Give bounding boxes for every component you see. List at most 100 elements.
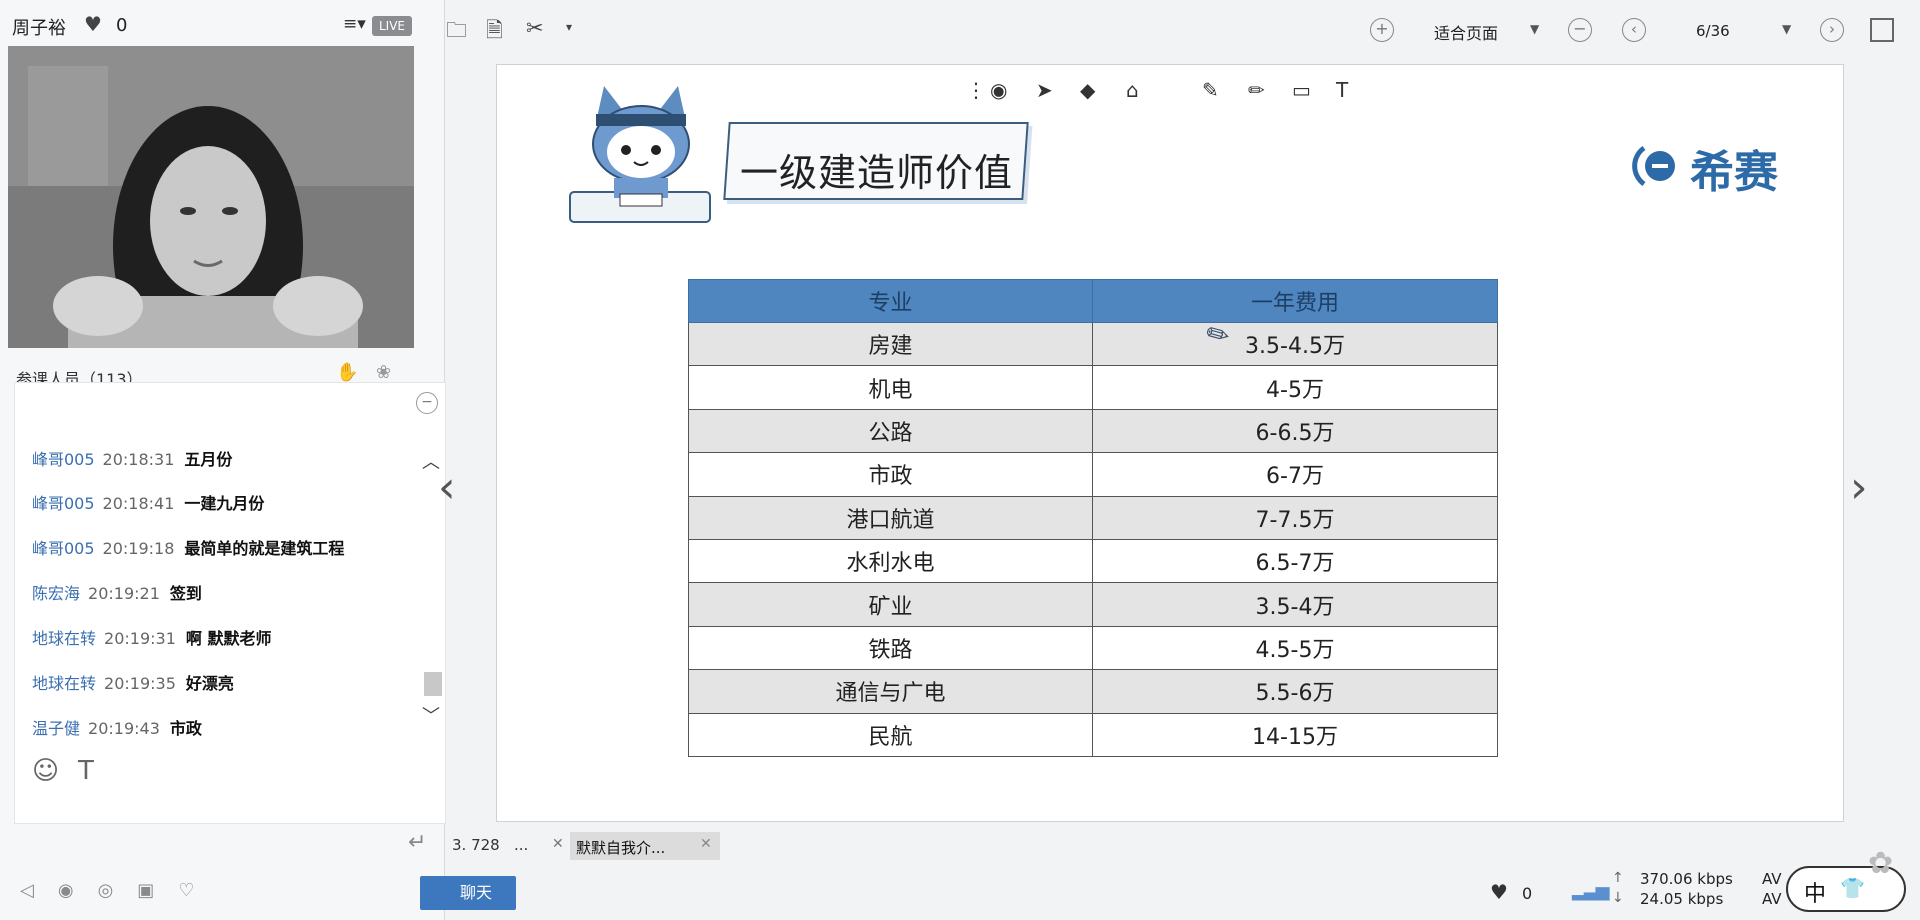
chat-text: 五月份 [184,450,233,469]
chat-message: 峰哥005 20:18:31 五月份 [32,446,232,470]
eraser-icon[interactable]: ◆ [1080,78,1095,102]
download-speed: 24.05 kbps [1640,890,1724,908]
send-icon[interactable]: ↵ [408,830,426,855]
chat-user[interactable]: 地球在转 [32,629,96,648]
slide-prev-arrow[interactable]: ‹ [438,462,456,513]
chat-message: 地球在转 20:19:31 啊 默默老师 [32,625,271,649]
close-icon[interactable]: ✕ [700,836,712,852]
annotation-toolbar: ⋮ ◉ ➤ ◆ ⌂ ✎ ✏ ▭ T [966,72,1386,106]
chevron-down-icon[interactable]: ▼ [1530,22,1539,36]
slide-title: 一级建造师价值 [740,151,1014,195]
table-row: 矿业 3.5-4万 [688,582,1498,627]
text-tool-icon[interactable]: T [1336,78,1348,102]
heart-icon[interactable]: ♥ [1490,880,1508,904]
chat-user[interactable]: 峰哥005 [32,494,95,513]
bottom-tab-more[interactable]: ... [514,836,528,854]
chat-user[interactable]: 地球在转 [32,674,96,693]
upload-speed: 370.06 kbps [1640,870,1733,888]
table-cell: 6-6.5万 [1092,408,1498,454]
dropdown-caret-icon[interactable]: ▾ [566,20,572,34]
chat-time: 20:19:18 [102,539,175,558]
table-cell: 5.5-6万 [1092,669,1498,714]
zoom-in-button[interactable]: + [1370,18,1394,42]
brand-logo-text: 希赛 [1690,147,1778,198]
table-row: 机电 4-5万 [688,365,1498,410]
page-indicator[interactable]: 6/36 [1696,22,1730,40]
live-badge: LIVE [372,16,412,36]
heart-icon[interactable]: ♥ [84,12,102,36]
prev-page-button[interactable]: ‹ [1622,18,1646,42]
column-header: 一年费用 [1092,279,1498,323]
zoom-select[interactable]: 适合页面 [1434,20,1498,44]
chat-text: 签到 [169,584,202,603]
brand-logo-icon [1632,145,1675,187]
camera-icon[interactable]: ◎ [98,880,138,901]
settings-icon[interactable]: ♡ [178,880,218,901]
bottom-tab-active[interactable]: 默默自我介... [570,832,720,860]
document-icon[interactable]: 🗎 [486,16,503,51]
table-cell: 铁路 [688,625,1093,671]
av-label: AV [1762,870,1782,888]
table-row: 水利水电 6.5-7万 [688,538,1498,584]
av-label: AV [1762,890,1782,908]
chat-tab[interactable]: 聊天 [420,876,516,910]
scissors-icon[interactable]: ✂ [526,16,544,40]
next-page-button[interactable]: › [1820,18,1844,42]
presenter-video-image [8,46,414,348]
folder-icon[interactable]: 🗀 [446,16,467,51]
chat-user[interactable]: 温子健 [32,719,80,738]
bow-decoration-icon: ✿ [1868,846,1894,881]
flower-icon[interactable]: ❀ [376,362,391,383]
hand-raise-icon[interactable]: ✋ [336,362,358,383]
cat-mascot-image [569,86,711,223]
table-cell: 14-15万 [1092,712,1498,757]
emoji-icon[interactable]: ☺ [32,756,59,786]
close-icon[interactable]: ✕ [552,836,564,852]
pen-icon[interactable]: ✏ [1248,78,1265,102]
chat-message: 峰哥005 20:19:18 最简单的就是建筑工程 [32,535,344,559]
chat-scrollbar-thumb[interactable] [424,672,442,696]
select-arrow-icon[interactable]: ➤ [1036,78,1053,102]
text-format-icon[interactable]: T [78,756,94,786]
speaker-icon[interactable]: ◁ [20,880,58,901]
highlighter-icon[interactable]: ✎ [1202,78,1219,102]
upload-arrow-icon: ↑ [1612,870,1624,886]
fullscreen-icon[interactable] [1870,18,1894,42]
bottom-tab[interactable]: 3. 728 [452,836,500,854]
table-header-row: 专业 一年费用 [688,279,1498,323]
chat-message: 温子健 20:19:43 市政 [32,715,202,739]
scroll-down-icon[interactable]: ﹀ [422,702,440,728]
table-cell: 4.5-5万 [1092,625,1498,671]
table-cell: 3.5-4万 [1092,582,1498,627]
chat-user[interactable]: 峰哥005 [32,450,95,469]
mic-icon[interactable]: ◉ [58,880,98,901]
table-cell: 6.5-7万 [1092,538,1498,584]
list-menu-icon[interactable]: ≡▾ [343,14,366,34]
table-cell: 公路 [688,408,1093,454]
chat-user[interactable]: 陈宏海 [32,584,80,603]
chat-message: 地球在转 20:19:35 好漂亮 [32,670,234,694]
clear-brush-icon[interactable]: ⌂ [1126,78,1139,102]
chat-message: 陈宏海 20:19:21 签到 [32,580,202,604]
host-bar: 周子裕 ♥ 0 ≡▾ LIVE [0,0,445,46]
chat-text: 市政 [169,719,202,738]
zoom-out-button[interactable]: − [1568,18,1592,42]
table-cell: 通信与广电 [688,669,1093,714]
chat-user[interactable]: 峰哥005 [32,539,95,558]
video-feed [8,46,414,348]
chevron-down-icon[interactable]: ▼ [1782,22,1791,36]
fee-table: 专业 一年费用 房建 3.5-4.5万 机电 4-5万 公路 6-6.5万 市政 6-7… [688,279,1498,757]
table-row: 市政 6-7万 [688,452,1498,497]
slide-next-arrow[interactable]: › [1850,462,1868,513]
table-cell: 水利水电 [688,538,1093,584]
ime-mode[interactable]: 中 [1804,876,1826,908]
rectangle-tool-icon[interactable]: ▭ [1292,78,1311,102]
skin-shirt-icon[interactable]: 👕 [1840,876,1865,900]
share-icon[interactable]: ▣ [137,880,178,901]
chat-time: 20:19:35 [104,674,176,693]
laser-pointer-icon[interactable]: ◉ [990,78,1007,102]
table-cell: 矿业 [688,582,1093,627]
column-header: 专业 [688,279,1093,323]
collapse-icon[interactable]: − [416,392,438,414]
drag-handle-icon[interactable]: ⋮ [966,78,986,102]
